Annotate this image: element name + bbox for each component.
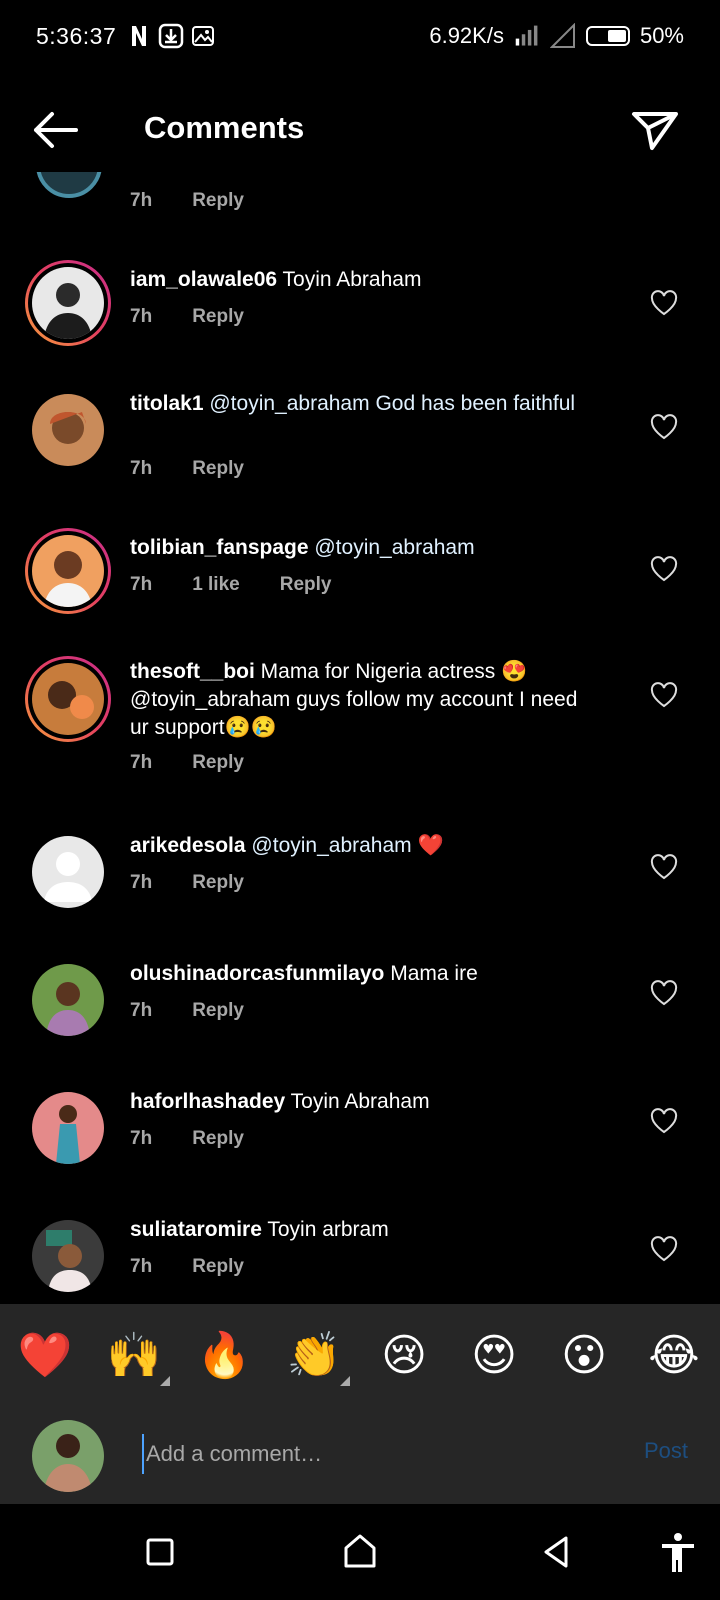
comment-username[interactable]: tolibian_fanspage (130, 536, 309, 559)
battery-percent: 50% (639, 23, 684, 48)
status-time: 5:36:37 (36, 22, 117, 49)
comment-text: Mama ire (384, 962, 478, 985)
comment-username[interactable]: thesoft__boi (130, 660, 255, 683)
like-heart-icon[interactable] (650, 556, 678, 582)
avatar[interactable] (32, 1092, 104, 1164)
comment-username[interactable]: iam_olawale06 (130, 268, 277, 291)
list-item: tolibian_fanspage @toyin_abraham 7h 1 li… (0, 528, 720, 638)
emoji-quick-bar: ❤️ 🙌 🔥 👏 😢 😍 😮 😂 (0, 1304, 720, 1404)
page-title: Comments (144, 110, 305, 145)
system-nav-bar (0, 1504, 720, 1600)
reply-button[interactable]: Reply (192, 1000, 244, 1022)
gallery-notification-icon (190, 23, 216, 49)
list-item: 7h Reply (0, 172, 720, 232)
comment-username[interactable]: haforlhashadey (130, 1090, 285, 1113)
avatar[interactable] (32, 836, 104, 908)
comment-time: 7h (130, 872, 153, 893)
emoji-fire-button[interactable]: 🔥 (196, 1328, 252, 1384)
list-item: olushinadorcasfunmilayo Mama ire 7h Repl… (0, 958, 720, 1068)
comment-time: 7h (130, 1000, 153, 1021)
list-item: suliataromire Toyin arbram 7h Reply (0, 1214, 720, 1304)
battery-icon (585, 26, 630, 46)
avatar[interactable] (32, 394, 104, 466)
recents-square-icon[interactable] (138, 1530, 182, 1574)
reply-button[interactable]: Reply (192, 872, 244, 894)
avatar[interactable] (32, 1220, 104, 1292)
emoji-laughing-button[interactable]: 😂 (646, 1328, 702, 1384)
comment-text: Toyin Abraham (277, 268, 422, 291)
like-heart-icon[interactable] (650, 290, 678, 316)
current-user-avatar (32, 1420, 104, 1492)
like-heart-icon[interactable] (650, 1236, 678, 1262)
like-heart-icon[interactable] (650, 854, 678, 880)
post-button[interactable]: Post (644, 1438, 688, 1464)
comments-list[interactable]: 7h Reply iam_olawale06 Toyin Abraham 7h … (0, 172, 720, 1304)
emoji-heart-button[interactable]: ❤️ (17, 1328, 73, 1384)
comment-composer: Post (0, 1404, 720, 1504)
share-send-icon[interactable] (630, 104, 680, 154)
back-arrow-icon[interactable] (30, 108, 80, 152)
emoji-heart-eyes-button[interactable]: 😍 (466, 1328, 522, 1384)
comment-text: @toyin_abraham ❤️ (245, 834, 444, 857)
emoji-surprised-button[interactable]: 😮 (556, 1328, 612, 1384)
comment-text: Toyin Abraham (285, 1090, 430, 1113)
comment-text: @toyin_abraham (308, 536, 475, 559)
reply-button[interactable]: Reply (192, 1128, 244, 1150)
download-notification-icon (158, 23, 184, 49)
reply-button[interactable]: Reply (280, 574, 332, 596)
comment-time: 7h (130, 574, 153, 595)
skin-tone-indicator-icon (160, 1376, 170, 1386)
back-triangle-icon[interactable] (536, 1530, 580, 1574)
comment-username[interactable]: suliataromire (130, 1218, 262, 1241)
accessibility-icon[interactable] (656, 1530, 700, 1574)
avatar[interactable] (25, 528, 111, 614)
avatar[interactable] (32, 964, 104, 1036)
emoji-clap-button[interactable]: 👏 (286, 1328, 342, 1384)
emoji-raised-hands-button[interactable]: 🙌 (106, 1328, 162, 1384)
reply-button[interactable]: Reply (192, 752, 244, 774)
header: Comments (0, 90, 720, 170)
signal-empty-icon (549, 23, 576, 49)
network-speed: 6.92K/s (429, 23, 504, 48)
list-item: haforlhashadey Toyin Abraham 7h Reply (0, 1086, 720, 1196)
comment-time: 7h (130, 1256, 153, 1277)
likes-count[interactable]: 1 like (192, 574, 240, 596)
avatar[interactable] (25, 260, 111, 346)
comment-input[interactable] (142, 1434, 582, 1474)
comment-time: 7h (130, 1128, 153, 1149)
reply-button[interactable]: Reply (192, 306, 244, 328)
home-icon[interactable] (338, 1530, 382, 1574)
reply-button[interactable]: Reply (192, 190, 244, 212)
list-item: arikedesola @toyin_abraham ❤️ 7h Reply (0, 830, 720, 940)
list-item: titolak1 @toyin_abraham God has been fai… (0, 390, 720, 510)
avatar[interactable] (25, 656, 111, 742)
avatar[interactable] (36, 172, 102, 198)
reply-button[interactable]: Reply (192, 458, 244, 480)
comment-time: 7h (130, 752, 153, 773)
reply-button[interactable]: Reply (192, 1256, 244, 1278)
like-heart-icon[interactable] (650, 980, 678, 1006)
netflix-notification-icon (126, 23, 152, 49)
emoji-crying-button[interactable]: 😢 (376, 1328, 432, 1384)
comment-text: Toyin arbram (261, 1218, 389, 1241)
comment-username[interactable]: titolak1 (130, 392, 204, 415)
like-heart-icon[interactable] (650, 1108, 678, 1134)
skin-tone-indicator-icon (340, 1376, 350, 1386)
comment-username[interactable]: olushinadorcasfunmilayo (130, 962, 384, 985)
signal-icon (514, 23, 540, 49)
list-item: iam_olawale06 Toyin Abraham 7h Reply (0, 260, 720, 370)
list-item: thesoft__boi Mama for Nigeria actress 😍 … (0, 656, 720, 806)
comment-username[interactable]: arikedesola (130, 834, 246, 857)
comment-text: @toyin_abraham God has been faithful (203, 392, 576, 415)
comment-time: 7h (130, 306, 153, 327)
like-heart-icon[interactable] (650, 414, 678, 440)
comment-time: 7h (130, 458, 153, 479)
like-heart-icon[interactable] (650, 682, 678, 708)
status-bar: 5:36:37 6.92K/s 50% (0, 0, 720, 72)
comment-time: 7h (130, 190, 153, 211)
